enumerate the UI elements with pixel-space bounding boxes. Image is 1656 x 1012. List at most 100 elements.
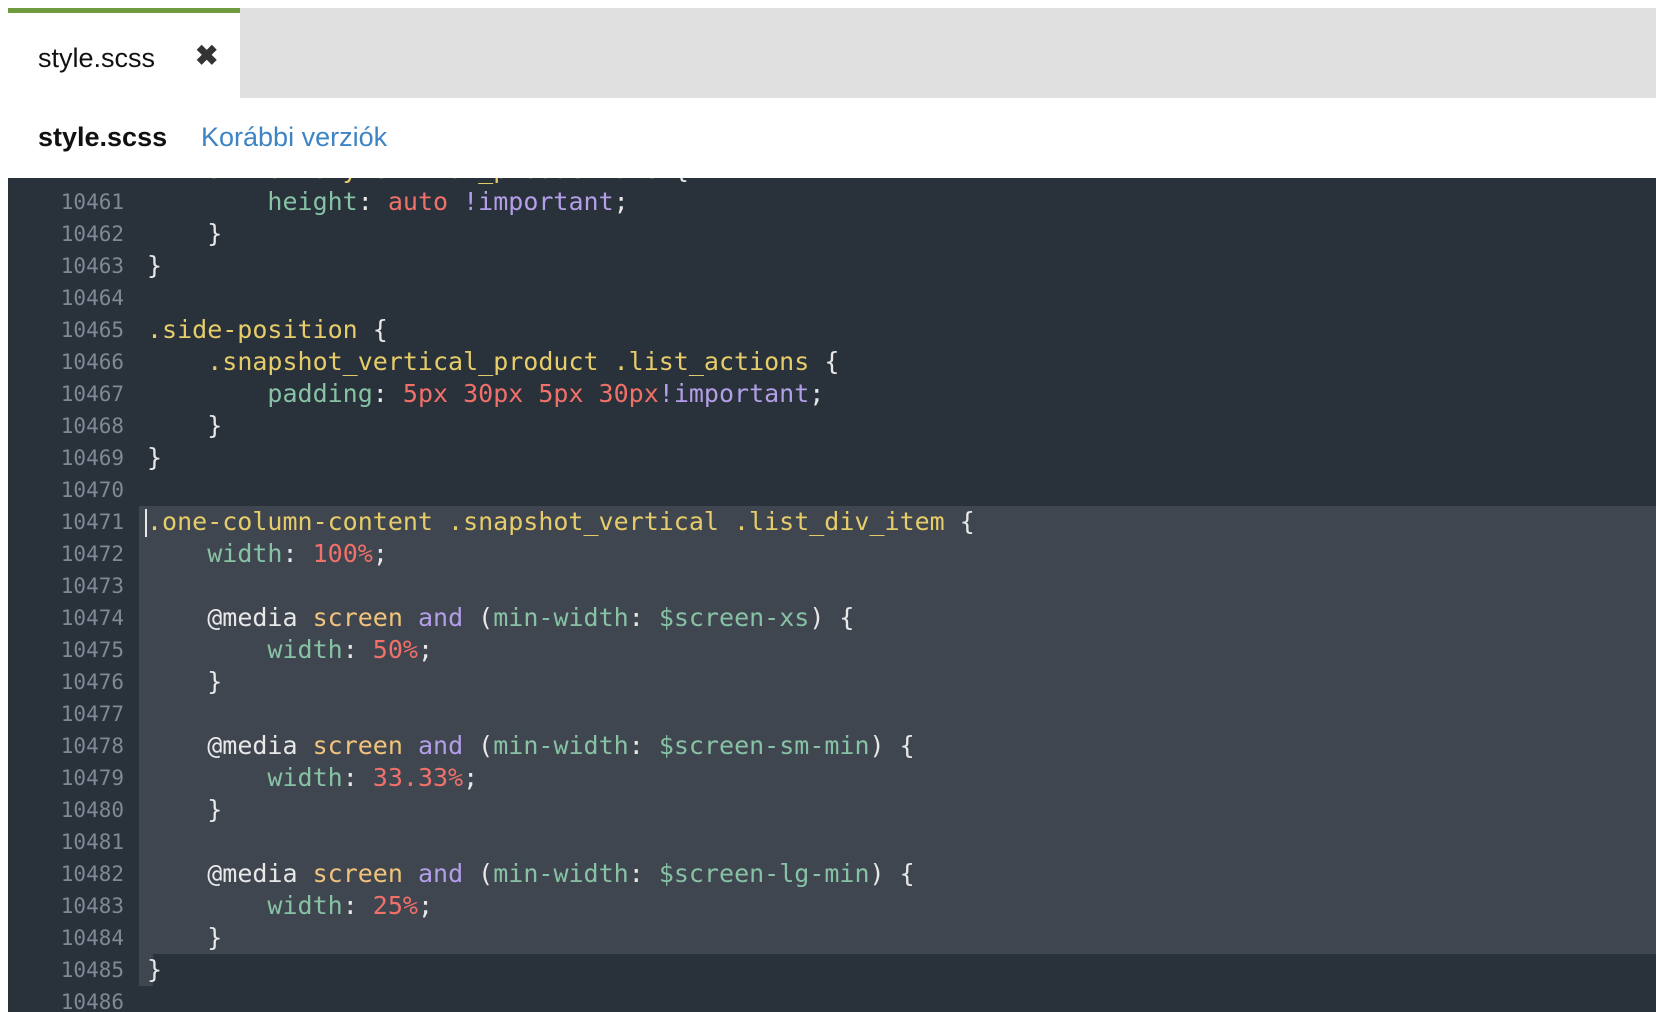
code-token: 33.33% (372, 763, 464, 792)
line-number: 10479 (60, 766, 124, 790)
code-line[interactable]: 10471 .one-column-content .snapshot_verti… (8, 506, 1656, 538)
code-token: and (417, 731, 464, 760)
code-line[interactable]: 10474 @media screen and (min-width: $scr… (8, 602, 1656, 634)
code-text: @media screen and (min-width: $screen-xs… (139, 602, 1656, 634)
line-number: 10474 (60, 606, 124, 630)
code-token: width (267, 891, 343, 920)
file-info-bar: style.scss Korábbi verziók (8, 98, 1656, 178)
code-token: } (147, 219, 223, 248)
code-line[interactable]: 10465 .side-position { (8, 314, 1656, 346)
code-token: min-width (493, 731, 629, 760)
code-text: &.list-style .list_proudctname { (139, 178, 1656, 186)
code-line[interactable]: 10477 (8, 698, 1656, 730)
code-text: } (139, 794, 1656, 826)
line-number: 10470 (60, 478, 124, 502)
tab-style-scss[interactable]: style.scss ✖ (8, 8, 240, 98)
code-token: 5px 30px 5px 30px (402, 379, 659, 408)
line-number: 10471 (60, 510, 124, 534)
code-line[interactable]: 10468 } (8, 410, 1656, 442)
code-line[interactable]: 10485} (8, 954, 1656, 986)
code-token: padding (267, 379, 373, 408)
code-line[interactable]: 10464 (8, 282, 1656, 314)
code-token: ; (417, 891, 434, 920)
code-token: ; (613, 187, 629, 216)
code-text (139, 570, 1656, 602)
code-text: height: auto !important; (139, 186, 1656, 218)
code-line[interactable]: 10484 } (8, 922, 1656, 954)
code-line[interactable]: 10480 } (8, 794, 1656, 826)
code-token: ) { (809, 603, 855, 632)
code-line[interactable]: 10467 padding: 5px 30px 5px 30px!importa… (8, 378, 1656, 410)
code-token: height (267, 187, 358, 216)
line-number: 10478 (60, 734, 124, 758)
line-number: 10465 (60, 318, 124, 342)
code-line[interactable]: 10472 width: 100%; (8, 538, 1656, 570)
code-line[interactable]: 10470 (8, 474, 1656, 506)
code-token: } (147, 923, 223, 952)
code-text: width: 50%; (139, 634, 1656, 666)
code-editor[interactable]: 10460 &.list-style .list_proudctname {10… (8, 178, 1656, 1012)
code-text: width: 100%; (139, 538, 1656, 570)
code-line[interactable]: 10462 } (8, 218, 1656, 250)
code-line[interactable]: 10482 @media screen and (min-width: $scr… (8, 858, 1656, 890)
code-text: } (139, 954, 1656, 986)
tab-bar: style.scss ✖ (8, 8, 1656, 98)
code-line[interactable]: 10463} (8, 250, 1656, 282)
code-line[interactable]: 10481 (8, 826, 1656, 858)
code-text: .one-column-content .snapshot_vertical .… (139, 506, 1656, 538)
code-token: ) { (869, 859, 915, 888)
code-token: @media (207, 731, 298, 760)
code-lines: 10460 &.list-style .list_proudctname {10… (8, 178, 1656, 1012)
code-token: min-width (493, 603, 629, 632)
line-number: 10480 (60, 798, 124, 822)
code-token: 25% (372, 891, 418, 920)
code-line[interactable]: 10478 @media screen and (min-width: $scr… (8, 730, 1656, 762)
line-number: 10482 (60, 862, 124, 886)
code-token: ( (463, 859, 494, 888)
code-line[interactable]: 10475 width: 50%; (8, 634, 1656, 666)
code-token: { (809, 347, 840, 376)
code-line[interactable]: 10460 &.list-style .list_proudctname { (8, 178, 1656, 186)
close-icon[interactable]: ✖ (195, 39, 218, 72)
code-line[interactable]: 10479 width: 33.33%; (8, 762, 1656, 794)
code-token: and (417, 859, 464, 888)
code-token: 100% (312, 539, 373, 568)
line-number: 10466 (60, 350, 124, 374)
code-token: !important (463, 187, 614, 216)
code-line[interactable]: 10469} (8, 442, 1656, 474)
code-line[interactable]: 10483 width: 25%; (8, 890, 1656, 922)
code-line[interactable]: 10486 (8, 986, 1656, 1012)
line-number: 10462 (60, 222, 124, 246)
code-line[interactable]: 10461 height: auto !important; (8, 186, 1656, 218)
code-text (139, 698, 1656, 730)
code-token: !important (658, 379, 810, 408)
code-text: .snapshot_vertical_product .list_actions… (139, 346, 1656, 378)
code-token: : (282, 539, 313, 568)
line-number: 10481 (60, 830, 124, 854)
line-number: 10477 (60, 702, 124, 726)
code-line[interactable]: 10466 .snapshot_vertical_product .list_a… (8, 346, 1656, 378)
code-token: width (267, 763, 343, 792)
code-token: : (342, 635, 373, 664)
code-token: ( (463, 603, 494, 632)
line-number: 10469 (60, 446, 124, 470)
previous-versions-link[interactable]: Korábbi verziók (201, 122, 387, 153)
code-line[interactable]: 10476 } (8, 666, 1656, 698)
code-line[interactable]: 10473 (8, 570, 1656, 602)
code-text: @media screen and (min-width: $screen-sm… (139, 730, 1656, 762)
code-token: $screen-sm-min (658, 731, 870, 760)
